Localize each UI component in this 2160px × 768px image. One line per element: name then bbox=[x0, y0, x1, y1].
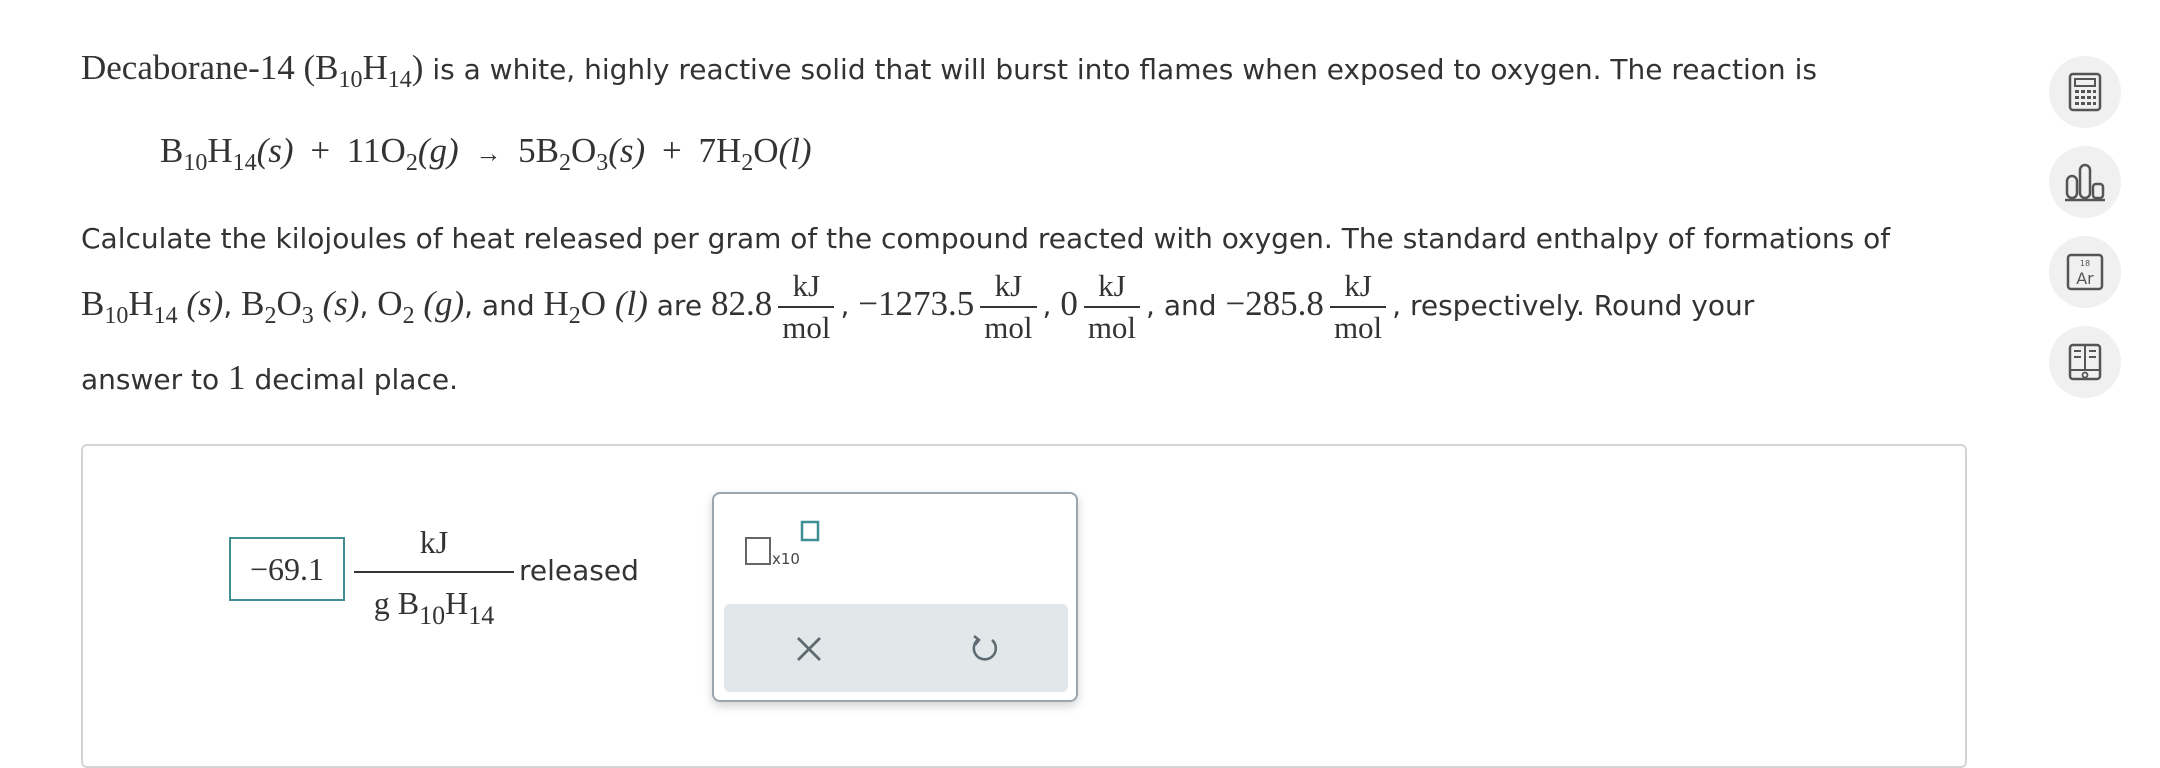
svg-text:x10: x10 bbox=[772, 550, 800, 568]
enthalpy-values: B10H14 (s), B2O3 (s), O2 (g), and H2O (l… bbox=[81, 268, 1755, 346]
compound-name: Decaborane-14 (B10H14) bbox=[81, 48, 424, 93]
undo-icon bbox=[972, 634, 998, 661]
periodic-table-icon: 18 Ar bbox=[2066, 253, 2104, 291]
intro-text: is a white, highly reactive solid that w… bbox=[423, 53, 1817, 86]
reactant-oxygen: 11O2(g) bbox=[346, 131, 459, 176]
textbook-icon bbox=[2068, 343, 2102, 381]
question-prompt: Calculate the kilojoules of heat release… bbox=[81, 222, 1891, 255]
answer-unit: kJ g B10H14 bbox=[354, 518, 514, 630]
svg-text:Ar: Ar bbox=[2076, 269, 2094, 288]
unit-fraction: kJ mol bbox=[980, 268, 1037, 346]
fraction-bar bbox=[354, 571, 514, 573]
enthalpy-b2o3: −1273.5 bbox=[858, 284, 975, 323]
plus-sign: + bbox=[661, 131, 682, 170]
released-label: released bbox=[519, 554, 639, 587]
clear-button[interactable] bbox=[784, 624, 834, 674]
reactant-decaborane: B10H14(s) bbox=[160, 131, 294, 176]
scientific-notation-icon: x10 bbox=[745, 520, 820, 568]
calculator-icon bbox=[2068, 72, 2102, 112]
rounding-instruction: answer to 1 decimal place. bbox=[81, 358, 458, 397]
periodic-table-button[interactable]: 18 Ar bbox=[2049, 236, 2121, 308]
unit-numerator: kJ bbox=[419, 524, 449, 560]
enthalpy-o2: 0 bbox=[1060, 284, 1078, 323]
undo-button[interactable] bbox=[960, 624, 1010, 674]
reaction-equation: B10H14(s) + 11O2(g) → 5B2O3(s) + 7H2O(l) bbox=[160, 131, 812, 176]
bar-chart-icon bbox=[2065, 163, 2105, 202]
reaction-arrow: → bbox=[475, 139, 502, 168]
answer-input[interactable]: −69.1 bbox=[229, 537, 345, 601]
calculator-button[interactable] bbox=[2049, 56, 2121, 128]
scientific-notation-button[interactable]: x10 bbox=[744, 520, 824, 570]
product-boron-oxide: 5B2O3(s) bbox=[518, 131, 646, 176]
unit-fraction: kJ mol bbox=[1083, 268, 1141, 346]
product-water: 7H2O(l) bbox=[698, 131, 812, 176]
math-palette: x10 bbox=[712, 492, 1078, 702]
svg-text:18: 18 bbox=[2080, 259, 2090, 268]
enthalpy-b10h14: 82.8 bbox=[710, 284, 773, 323]
enthalpy-h2o: −285.8 bbox=[1225, 284, 1324, 323]
tools-toolbar: 18 Ar bbox=[2049, 56, 2125, 416]
close-icon bbox=[797, 637, 821, 661]
plus-sign: + bbox=[310, 131, 331, 170]
unit-denominator: g B10H14 bbox=[373, 585, 495, 630]
unit-fraction: kJ mol bbox=[1329, 268, 1387, 346]
data-chart-button[interactable] bbox=[2049, 146, 2121, 218]
question-intro: Decaborane-14 (B10H14) is a white, highl… bbox=[81, 48, 1817, 93]
textbook-button[interactable] bbox=[2049, 326, 2121, 398]
palette-actions bbox=[724, 604, 1068, 692]
unit-fraction: kJ mol bbox=[778, 268, 835, 346]
